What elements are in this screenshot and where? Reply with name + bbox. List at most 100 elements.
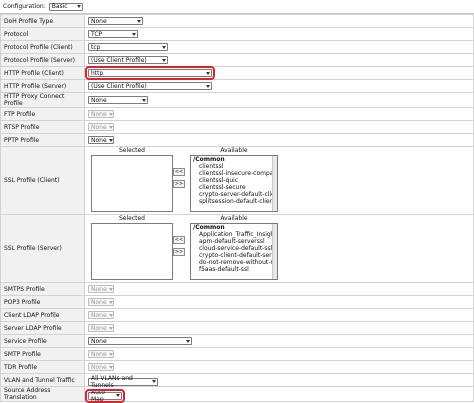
tdr-profile-label: TDR Profile	[0, 360, 85, 374]
row-protocol: Protocol TCP	[0, 27, 474, 41]
list-item[interactable]: do-not-remove-without-replacement	[191, 259, 277, 266]
row-smtp-profile: SMTP Profile None	[0, 347, 474, 361]
row-http-profile-server: HTTP Profile (Server) (Use Client Profil…	[0, 79, 474, 93]
ssl-profile-server-label: SSL Profile (Server)	[0, 214, 85, 283]
row-smtps-profile: SMTPS Profile None	[0, 282, 474, 296]
list-item[interactable]: clientssl-secure	[191, 184, 277, 191]
service-profile-label: Service Profile	[0, 334, 85, 348]
configuration-select[interactable]: Basic	[48, 2, 83, 11]
row-http-proxy-connect-profile: HTTP Proxy Connect Profile None	[0, 92, 474, 108]
pptp-profile-select[interactable]: None	[88, 136, 114, 144]
list-item[interactable]: splitsession-default-clientssl	[191, 198, 277, 205]
chevron-down-icon	[108, 300, 113, 304]
pptp-profile-label: PPTP Profile	[0, 133, 85, 147]
http-profile-server-select[interactable]: (Use Client Profile)	[88, 82, 212, 90]
smtp-profile-select[interactable]: None	[88, 350, 114, 358]
row-doh-profile-type: DoH Profile Type None	[0, 14, 474, 28]
http-profile-client-label: HTTP Profile (Client)	[0, 66, 85, 80]
scrollbar[interactable]	[272, 156, 277, 211]
row-vlan-tunnel-traffic: VLAN and Tunnel Traffic All VLANs and Tu…	[0, 373, 474, 389]
protocol-profile-server-label: Protocol Profile (Server)	[0, 53, 85, 67]
service-profile-select[interactable]: None	[88, 337, 192, 345]
client-ldap-profile-select[interactable]: None	[88, 311, 114, 319]
row-ftp-profile: FTP Profile None	[0, 107, 474, 121]
smtps-profile-select[interactable]: None	[88, 285, 114, 293]
smtps-profile-label: SMTPS Profile	[0, 282, 85, 296]
client-ldap-profile-label: Client LDAP Profile	[0, 308, 85, 322]
chevron-down-icon	[108, 112, 113, 116]
ftp-profile-select[interactable]: None	[88, 110, 114, 118]
ssl-client-available-list[interactable]: /Common clientssl clientssl-insecure-com…	[190, 155, 278, 212]
list-item[interactable]: crypto-client-default-serverssl	[191, 252, 277, 259]
ssl-client-group-common: /Common	[193, 156, 225, 163]
ssl-server-move-right-button[interactable]: >>	[173, 248, 185, 256]
ssl-server-available-list[interactable]: /Common Application_Traffic_Insight_serv…	[190, 223, 278, 280]
ssl-profile-server-picker: Selected Available << >> /Common Applica…	[85, 215, 473, 282]
ssl-server-move-left-button[interactable]: <<	[173, 236, 185, 244]
ssl-client-selected-list[interactable]	[91, 155, 173, 212]
chevron-down-icon	[162, 45, 166, 49]
protocol-profile-client-label: Protocol Profile (Client)	[0, 40, 85, 54]
ssl-client-move-right-button[interactable]: >>	[173, 180, 185, 188]
source-address-translation-select[interactable]: Auto Map	[85, 388, 125, 403]
protocol-select[interactable]: TCP	[88, 30, 138, 38]
tdr-profile-select[interactable]: None	[88, 363, 114, 371]
list-item[interactable]: cloud-service-default-ssl	[191, 245, 277, 252]
rtsp-profile-select[interactable]: None	[88, 123, 114, 131]
protocol-profile-client-select[interactable]: tcp	[88, 43, 168, 51]
server-ldap-profile-select[interactable]: None	[88, 324, 114, 332]
ssl-server-available-header: Available	[220, 215, 248, 222]
ssl-client-available-header: Available	[220, 147, 248, 154]
chevron-down-icon	[76, 5, 81, 8]
row-rtsp-profile: RTSP Profile None	[0, 120, 474, 134]
ssl-server-selected-list[interactable]	[91, 223, 173, 280]
chevron-down-icon	[108, 287, 113, 291]
protocol-label: Protocol	[0, 27, 85, 41]
row-http-profile-client: HTTP Profile (Client) http	[0, 66, 474, 80]
chevron-down-icon	[162, 58, 166, 62]
row-ssl-profile-client: SSL Profile (Client) Selected Available …	[0, 146, 474, 215]
list-item[interactable]: Application_Traffic_Insight_serverssl	[191, 231, 277, 238]
protocol-profile-server-select[interactable]: (Use Client Profile)	[88, 56, 168, 64]
list-item[interactable]: clientssl-insecure-compatible	[191, 170, 277, 177]
smtp-profile-label: SMTP Profile	[0, 347, 85, 361]
vlan-tunnel-traffic-select[interactable]: All VLANs and Tunnels	[88, 375, 158, 389]
row-service-profile: Service Profile None	[0, 334, 474, 348]
list-item[interactable]: crypto-server-default-clientssl	[191, 191, 277, 198]
chevron-down-icon	[152, 380, 156, 383]
server-ldap-profile-label: Server LDAP Profile	[0, 321, 85, 335]
http-proxy-connect-profile-select[interactable]: None	[88, 96, 148, 104]
doh-profile-type-select[interactable]: None	[88, 17, 143, 25]
http-proxy-connect-profile-label: HTTP Proxy Connect Profile	[0, 92, 85, 108]
vlan-tunnel-traffic-label: VLAN and Tunnel Traffic	[0, 373, 85, 387]
scrollbar[interactable]	[272, 224, 277, 279]
chevron-down-icon	[206, 84, 210, 88]
virtual-server-properties-table: DoH Profile Type None Protocol TCP Proto…	[0, 14, 474, 403]
ssl-client-move-left-button[interactable]: <<	[173, 168, 185, 176]
row-client-ldap-profile: Client LDAP Profile None	[0, 308, 474, 322]
configuration-label: Configuration:	[3, 3, 46, 10]
row-tdr-profile: TDR Profile None	[0, 360, 474, 374]
pop3-profile-label: POP3 Profile	[0, 295, 85, 309]
ssl-profile-client-picker: Selected Available << >> /Common clients…	[85, 147, 473, 214]
row-pop3-profile: POP3 Profile None	[0, 295, 474, 309]
list-item[interactable]: apm-default-serverssl	[191, 238, 277, 245]
chevron-down-icon	[108, 365, 113, 369]
ssl-profile-client-label: SSL Profile (Client)	[0, 146, 85, 215]
chevron-down-icon	[186, 339, 190, 343]
ssl-server-group-common: /Common	[193, 224, 225, 231]
configuration-bar: Configuration: Basic	[0, 0, 474, 14]
chevron-down-icon	[108, 138, 113, 142]
list-item[interactable]: clientssl	[191, 163, 277, 170]
chevron-down-icon	[108, 326, 113, 330]
source-address-translation-label: Source Address Translation	[0, 386, 85, 402]
chevron-down-icon	[108, 352, 113, 356]
row-protocol-profile-server: Protocol Profile (Server) (Use Client Pr…	[0, 53, 474, 67]
row-source-address-translation: Source Address Translation Auto Map	[0, 386, 474, 403]
rtsp-profile-label: RTSP Profile	[0, 120, 85, 134]
pop3-profile-select[interactable]: None	[88, 298, 114, 306]
list-item[interactable]: f5aas-default-ssl	[191, 266, 277, 273]
list-item[interactable]: clientssl-quic	[191, 177, 277, 184]
http-profile-client-select[interactable]: http	[85, 66, 215, 80]
ssl-client-selected-header: Selected	[118, 147, 145, 154]
